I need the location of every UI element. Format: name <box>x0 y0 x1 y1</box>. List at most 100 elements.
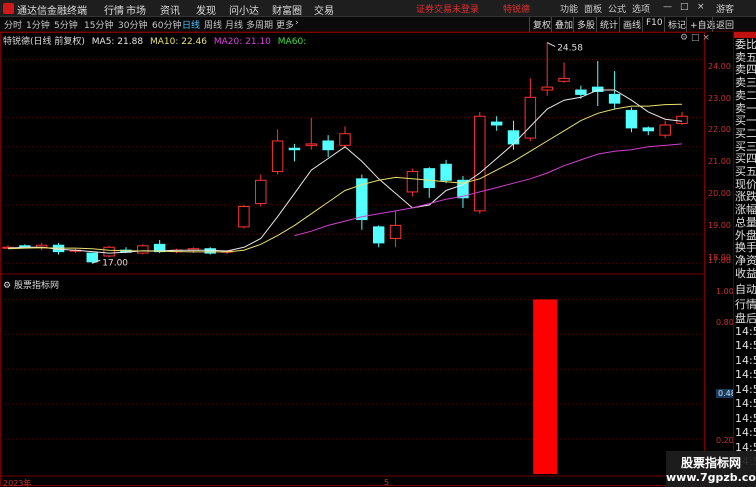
btn-draw[interactable]: 画线 <box>619 17 644 32</box>
menu-market[interactable]: 市场 <box>126 2 146 17</box>
menu-wealth[interactable]: 财富圈 <box>272 2 302 17</box>
period-15min[interactable]: 15分钟 <box>84 18 113 31</box>
menu-trade[interactable]: 交易 <box>314 2 334 17</box>
ma60-value: MA60: <box>277 37 307 47</box>
x-label-month: 5 <box>384 478 390 487</box>
candle-up <box>103 246 115 257</box>
period-30min[interactable]: 30分钟 <box>118 18 147 31</box>
candle-down <box>204 248 216 254</box>
x-label-year: 2023年 <box>3 479 32 487</box>
guest-user[interactable]: 游客 <box>716 2 734 15</box>
period-timeshare[interactable]: 分时 <box>4 18 22 31</box>
candle-up <box>389 224 402 240</box>
candle-up <box>659 124 671 136</box>
tick-label: 14:5 <box>735 339 756 352</box>
candle-up <box>406 171 419 193</box>
sub-chart-title: 股票指标网 <box>13 281 59 291</box>
ma-line-ma20 <box>294 143 683 237</box>
candle-up <box>524 96 537 139</box>
ma20-value: MA20: 21.10 <box>213 37 271 47</box>
close-icon[interactable]: × <box>697 2 705 12</box>
settings-icon[interactable]: ⚙ <box>680 33 688 43</box>
trade-login-alert[interactable]: 证券交易未登录 <box>416 2 479 15</box>
menu-quotes[interactable]: 行情 <box>104 2 124 17</box>
candle-up <box>339 133 351 146</box>
period-60min[interactable]: 60分钟 <box>152 18 181 31</box>
candle-down <box>490 121 503 126</box>
candle-down <box>625 109 638 129</box>
tick-label: 14:5 <box>735 382 756 396</box>
ma10-value: MA10: 22.46 <box>149 37 207 47</box>
menu-discover[interactable]: 发现 <box>196 2 216 17</box>
ma-line-ma5 <box>7 89 683 254</box>
sub-settings-icon[interactable]: ⚙ <box>3 281 11 291</box>
candle-up <box>305 143 318 146</box>
btn-back[interactable]: 返回 <box>712 17 737 32</box>
tick-label: 14:5 <box>735 324 756 338</box>
candle-down <box>608 93 621 104</box>
btn-statistics[interactable]: 统计 <box>596 17 621 32</box>
sub-chart-legend: ⚙ 股票指标网 <box>3 278 59 291</box>
restore-icon[interactable]: □ <box>680 2 689 12</box>
candle-down <box>372 226 385 244</box>
btn-f10[interactable]: F10 <box>642 17 666 32</box>
candle-up <box>137 245 149 254</box>
candle-down <box>19 245 31 248</box>
panel-close-icon[interactable]: × <box>702 33 710 43</box>
menu-news[interactable]: 资讯 <box>160 2 180 17</box>
period-monthly[interactable]: 月线 <box>225 18 243 31</box>
chart-title: 特锐德(日线 前复权) <box>3 37 85 47</box>
menu-panel[interactable]: 面板 <box>584 2 602 15</box>
candle-up <box>558 77 570 82</box>
menu-formula[interactable]: 公式 <box>608 2 626 15</box>
minimize-icon[interactable]: — <box>663 2 672 12</box>
y-tick: 20.00 <box>708 189 731 198</box>
current-stock-name: 特锐德 <box>503 5 531 15</box>
ma5-value: MA5: 21.88 <box>91 37 144 47</box>
menu-function[interactable]: 功能 <box>560 2 578 15</box>
candle-down <box>575 89 587 95</box>
menu-ask[interactable]: 问小达 <box>229 2 259 17</box>
tick-label: 14:5 <box>735 397 756 410</box>
candle-up <box>676 115 688 125</box>
period-5min[interactable]: 5分钟 <box>54 18 78 31</box>
candle-up <box>238 205 250 228</box>
kline-chart[interactable]: 24.58 17.00 <box>0 32 733 487</box>
candle-up <box>255 179 267 205</box>
candle-up <box>474 115 486 212</box>
candle-down <box>592 86 604 92</box>
period-daily[interactable]: 日线 <box>182 18 200 31</box>
btn-multi-stock[interactable]: 多股 <box>573 17 598 32</box>
watermark: 股票指标网 www.7gpzb.com <box>666 451 756 487</box>
candle-down <box>86 252 98 263</box>
tick-label: 14:5 <box>735 426 756 439</box>
maximize-icon[interactable]: □ <box>691 33 700 43</box>
low-price-label: 17.00 <box>102 258 128 268</box>
price-marker-line <box>546 42 556 48</box>
quote-panel: 委比 卖五 卖四 卖三 卖二 卖一 买一 买二 买三 买四 买五 现价 涨跌 涨幅 总量 外盘 换手 净资 收益 自… <box>733 32 756 487</box>
panel-controls: ⚙ □ × <box>680 33 710 43</box>
y-tick: 17.00 <box>708 256 731 265</box>
chart-legend: 特锐德(日线 前复权) MA5: 21.88 MA10: 22.46 MA20:… <box>3 34 306 47</box>
tick-label: 14:5 <box>735 353 756 367</box>
y-tick: 19.00 <box>708 221 731 230</box>
candle-down <box>642 127 655 132</box>
menu-options[interactable]: 选项 <box>632 2 650 15</box>
watermark-url: www.7gpzb.com <box>666 471 756 484</box>
sub-y-tick: 0.20 <box>716 436 734 445</box>
indicator-bar <box>533 299 558 474</box>
candle-up <box>271 140 284 173</box>
period-more[interactable]: 更多 <box>276 18 294 31</box>
period-1min[interactable]: 1分钟 <box>26 18 50 31</box>
period-weekly[interactable]: 周线 <box>204 18 222 31</box>
candle-down <box>507 130 520 145</box>
candle-down <box>288 147 301 151</box>
period-multi[interactable]: 多周期 <box>246 18 273 31</box>
quote-label: 收益 <box>735 266 756 280</box>
candle-down <box>440 163 452 181</box>
more-arrow-icon[interactable]: › <box>295 18 299 28</box>
high-price-label: 24.58 <box>557 44 583 54</box>
tick-label: 14:5 <box>735 368 756 381</box>
app-logo-icon <box>3 3 14 14</box>
app-name: 通达信金融终端 <box>17 6 87 17</box>
